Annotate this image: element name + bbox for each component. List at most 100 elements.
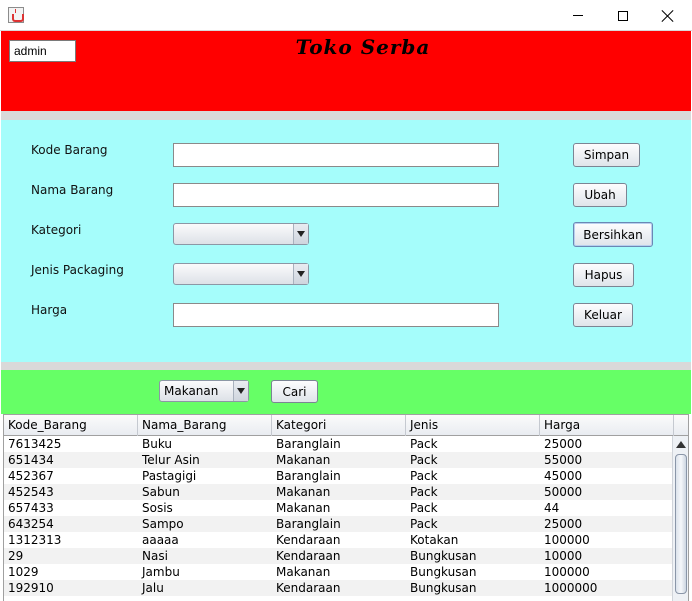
- header-panel: admin Toko Serba: [1, 31, 691, 111]
- bersihkan-button[interactable]: Bersihkan: [573, 222, 653, 247]
- scroll-up-arrow-icon[interactable]: [676, 441, 686, 448]
- table-cell[interactable]: Pack: [406, 452, 540, 468]
- table-cell[interactable]: Pack: [406, 484, 540, 500]
- table-cell[interactable]: 651434: [4, 452, 138, 468]
- barang-table: Kode_Barang Nama_Barang Kategori Jenis H…: [3, 414, 689, 601]
- table-cell[interactable]: Makanan: [272, 452, 406, 468]
- table-cell[interactable]: Pack: [406, 500, 540, 516]
- jenis-packaging-select[interactable]: [173, 263, 309, 285]
- table-cell[interactable]: 44: [540, 500, 674, 516]
- ubah-button[interactable]: Ubah: [573, 183, 627, 207]
- table-cell[interactable]: Makanan: [272, 484, 406, 500]
- table-cell[interactable]: 452367: [4, 468, 138, 484]
- table-cell[interactable]: 7613425: [4, 436, 138, 452]
- table-cell[interactable]: 55000: [540, 452, 674, 468]
- table-row[interactable]: 1312313 aaaaa Kendaraan Kotakan 100000: [4, 532, 674, 548]
- table-row[interactable]: 452367 Pastagigi Baranglain Pack 45000: [4, 468, 674, 484]
- table-cell[interactable]: [138, 596, 272, 601]
- table-cell[interactable]: Makanan: [272, 564, 406, 580]
- table-cell[interactable]: Kendaraan: [272, 548, 406, 564]
- harga-input[interactable]: [173, 303, 499, 327]
- table-cell[interactable]: [272, 596, 406, 601]
- table-cell[interactable]: 45000: [540, 468, 674, 484]
- kode-barang-input[interactable]: [173, 143, 499, 167]
- header-corner: [674, 415, 688, 436]
- vertical-scrollbar[interactable]: [672, 436, 688, 601]
- table-cell[interactable]: Buku: [138, 436, 272, 452]
- keluar-button[interactable]: Keluar: [573, 303, 633, 327]
- minimize-button[interactable]: [555, 0, 601, 31]
- title-bar: [0, 0, 692, 31]
- table-cell[interactable]: Bungkusan: [406, 564, 540, 580]
- table-cell[interactable]: 25000: [540, 436, 674, 452]
- filter-kategori-select[interactable]: Makanan: [159, 380, 249, 402]
- table-cell[interactable]: 25000: [540, 516, 674, 532]
- table-cell[interactable]: 192910: [4, 580, 138, 596]
- table-cell[interactable]: Sampo: [138, 516, 272, 532]
- table-row[interactable]: 657433 Sosis Makanan Pack 44: [4, 500, 674, 516]
- table-cell[interactable]: Kotakan: [406, 532, 540, 548]
- table-row[interactable]: 7613425 Buku Baranglain Pack 25000: [4, 436, 674, 452]
- table-cell[interactable]: Pack: [406, 468, 540, 484]
- table-cell[interactable]: [406, 596, 540, 601]
- kategori-label: Kategori: [31, 223, 82, 237]
- table-cell[interactable]: Sabun: [138, 484, 272, 500]
- table-row[interactable]: [4, 596, 674, 601]
- hapus-button[interactable]: Hapus: [573, 263, 634, 287]
- table-cell[interactable]: 452543: [4, 484, 138, 500]
- column-header-harga[interactable]: Harga: [540, 415, 674, 436]
- scrollbar-thumb[interactable]: [675, 454, 687, 594]
- table-cell[interactable]: 100000: [540, 564, 674, 580]
- table-row[interactable]: 452543 Sabun Makanan Pack 50000: [4, 484, 674, 500]
- column-header-kode-barang[interactable]: Kode_Barang: [4, 415, 138, 436]
- app-title: Toko Serba: [295, 35, 431, 59]
- column-header-kategori[interactable]: Kategori: [272, 415, 406, 436]
- column-header-nama-barang[interactable]: Nama_Barang: [138, 415, 272, 436]
- table-row[interactable]: 192910 Jalu Kendaraan Bungkusan 1000000: [4, 580, 674, 596]
- table-cell[interactable]: Bungkusan: [406, 580, 540, 596]
- kategori-select[interactable]: [173, 223, 309, 245]
- table-row[interactable]: 29 Nasi Kendaraan Bungkusan 10000: [4, 548, 674, 564]
- table-cell[interactable]: Baranglain: [272, 436, 406, 452]
- table-cell[interactable]: 1000000: [540, 580, 674, 596]
- table-cell[interactable]: Pastagigi: [138, 468, 272, 484]
- table-cell[interactable]: Telur Asin: [138, 452, 272, 468]
- table-cell[interactable]: Sosis: [138, 500, 272, 516]
- table-cell[interactable]: Bungkusan: [406, 548, 540, 564]
- table-cell[interactable]: 100000: [540, 532, 674, 548]
- table-cell[interactable]: 1312313: [4, 532, 138, 548]
- table-cell[interactable]: Kendaraan: [272, 580, 406, 596]
- table-cell[interactable]: 50000: [540, 484, 674, 500]
- search-panel: Makanan Cari: [1, 370, 691, 414]
- table-cell[interactable]: [4, 596, 138, 601]
- table-cell[interactable]: 643254: [4, 516, 138, 532]
- chevron-down-icon: [293, 264, 308, 284]
- table-cell[interactable]: Kendaraan: [272, 532, 406, 548]
- table-cell[interactable]: Baranglain: [272, 516, 406, 532]
- table-row[interactable]: 651434 Telur Asin Makanan Pack 55000: [4, 452, 674, 468]
- table-row[interactable]: 643254 Sampo Baranglain Pack 25000: [4, 516, 674, 532]
- table-cell[interactable]: Pack: [406, 516, 540, 532]
- table-cell[interactable]: Jalu: [138, 580, 272, 596]
- table-cell[interactable]: 657433: [4, 500, 138, 516]
- table-cell[interactable]: Makanan: [272, 500, 406, 516]
- nama-barang-input[interactable]: [173, 183, 499, 207]
- table-cell[interactable]: 29: [4, 548, 138, 564]
- cari-button[interactable]: Cari: [271, 380, 318, 403]
- table-cell[interactable]: Baranglain: [272, 468, 406, 484]
- close-icon: [662, 10, 674, 22]
- table-row[interactable]: 1029 Jambu Makanan Bungkusan 100000: [4, 564, 674, 580]
- table-cell[interactable]: 10000: [540, 548, 674, 564]
- close-button[interactable]: [645, 0, 691, 31]
- chevron-down-icon: [293, 224, 308, 244]
- table-cell[interactable]: 1029: [4, 564, 138, 580]
- maximize-icon: [618, 10, 628, 21]
- table-cell[interactable]: [540, 596, 674, 601]
- simpan-button[interactable]: Simpan: [573, 143, 640, 167]
- table-cell[interactable]: Jambu: [138, 564, 272, 580]
- column-header-jenis[interactable]: Jenis: [406, 415, 540, 436]
- table-cell[interactable]: aaaaa: [138, 532, 272, 548]
- table-cell[interactable]: Pack: [406, 436, 540, 452]
- maximize-button[interactable]: [600, 0, 646, 31]
- table-cell[interactable]: Nasi: [138, 548, 272, 564]
